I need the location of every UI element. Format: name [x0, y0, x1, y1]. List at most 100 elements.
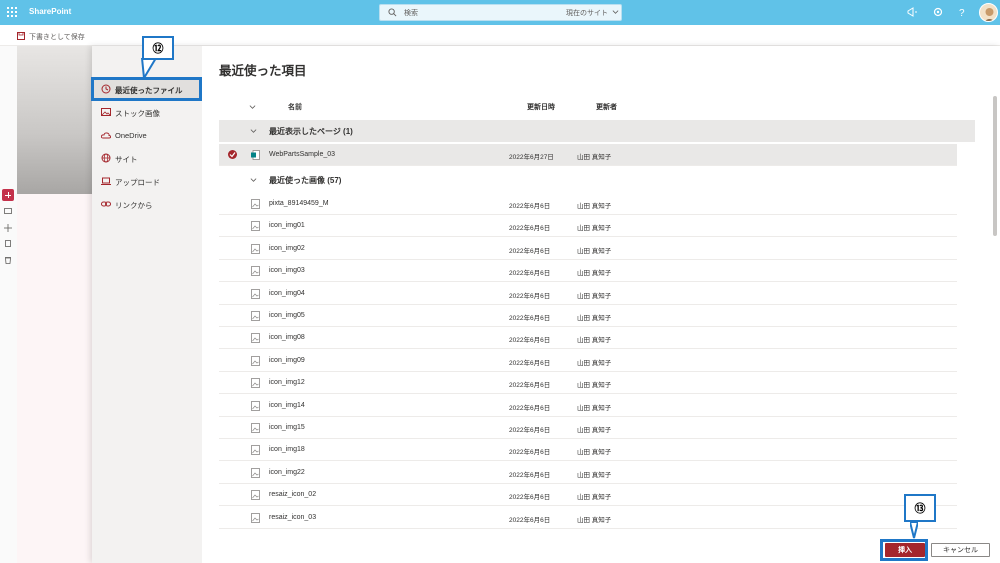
- file-row[interactable]: icon_img22 2022年6月6日 山田 真知子: [219, 462, 957, 484]
- group-header-recent-pages[interactable]: 最近表示したページ (1): [219, 120, 975, 142]
- file-date: 2022年6月6日: [509, 359, 551, 367]
- chevron-down-icon[interactable]: [249, 103, 256, 110]
- file-user: 山田 真知子: [577, 359, 612, 367]
- scrollbar[interactable]: [992, 86, 998, 556]
- image-file-icon: [251, 512, 260, 523]
- insert-button[interactable]: 挿入: [885, 543, 925, 557]
- file-user: 山田 真知子: [577, 337, 612, 345]
- file-user: 山田 真知子: [577, 449, 612, 457]
- file-user: 山田 真知子: [577, 427, 612, 434]
- file-name: icon_img18: [269, 446, 305, 454]
- file-date: 2022年6月6日: [509, 494, 551, 502]
- highlight-recent-files: [91, 77, 202, 101]
- chevron-down-icon[interactable]: [250, 176, 257, 183]
- laptop-icon: [101, 177, 111, 185]
- save-draft-button[interactable]: 下書きとして保存: [29, 32, 85, 42]
- gear-icon[interactable]: [932, 6, 944, 18]
- file-row[interactable]: icon_img12 2022年6月6日 山田 真知子: [219, 372, 957, 395]
- help-icon[interactable]: ?: [956, 6, 968, 18]
- file-row[interactable]: resaiz_icon_03 2022年6月6日 山田 真知子: [219, 507, 957, 529]
- file-name: WebPartsSample_03: [269, 151, 336, 158]
- file-picker-dialog: 最近使ったファイル ストック画像 OneDrive サイト アップロード リンク…: [92, 46, 1000, 563]
- search-scope[interactable]: 現在のサイト: [566, 8, 608, 18]
- file-name: resaiz_icon_02: [269, 491, 317, 499]
- avatar[interactable]: [979, 3, 998, 22]
- file-name: icon_img01: [269, 222, 305, 230]
- file-date: 2022年6月6日: [509, 404, 551, 412]
- file-date: 2022年6月27日: [509, 154, 554, 161]
- file-date: 2022年6月6日: [509, 516, 551, 524]
- file-row[interactable]: icon_img08 2022年6月6日 山田 真知子: [219, 327, 957, 350]
- image-file-icon: [251, 445, 260, 456]
- image-file-icon: [251, 400, 260, 411]
- file-name: icon_img03: [269, 267, 305, 275]
- move-icon[interactable]: [4, 224, 12, 232]
- trash-icon[interactable]: [4, 256, 12, 264]
- nav-item-upload[interactable]: アップロード: [92, 171, 202, 191]
- group-header-recent-images[interactable]: 最近使った画像 (57): [219, 169, 975, 191]
- file-user: 山田 真知子: [577, 494, 612, 502]
- nav-item-label: ストック画像: [115, 109, 160, 118]
- image-file-icon: [251, 355, 260, 366]
- file-row[interactable]: pixta_89149459_M 2022年6月6日 山田 真知子: [219, 193, 957, 215]
- file-row[interactable]: icon_img14 2022年6月6日 山田 真知子: [219, 395, 957, 417]
- column-header-modified-by[interactable]: 更新者: [596, 102, 617, 112]
- nav-item-stock-images[interactable]: ストック画像: [92, 102, 202, 122]
- panel-title: 最近使った項目: [219, 64, 307, 78]
- callout-pointer: [910, 522, 918, 539]
- image-file-icon: [251, 311, 260, 321]
- file-row[interactable]: WebPartsSample_03 2022年6月27日 山田 真知子: [219, 144, 957, 166]
- file-user: 山田 真知子: [577, 404, 612, 412]
- sitepage-icon: [251, 150, 260, 160]
- image-file-icon: [251, 221, 260, 232]
- cancel-button[interactable]: キャンセル: [931, 543, 990, 557]
- file-name: icon_img12: [269, 379, 305, 387]
- app-launcher-icon[interactable]: [7, 7, 17, 17]
- megaphone-icon[interactable]: [906, 6, 918, 18]
- file-row[interactable]: icon_img02 2022年6月6日 山田 真知子: [219, 238, 957, 260]
- checkmark-icon[interactable]: [228, 150, 237, 159]
- image-file-icon: [251, 467, 260, 478]
- duplicate-icon[interactable]: [4, 240, 12, 248]
- file-row[interactable]: icon_img05 2022年6月6日 山田 真知子: [219, 305, 957, 327]
- image-file-icon: [251, 490, 260, 501]
- file-row[interactable]: resaiz_icon_02 2022年6月6日 山田 真知子: [219, 484, 957, 507]
- add-section-button[interactable]: [2, 189, 14, 201]
- step-13-callout: ⑬: [904, 494, 936, 522]
- file-user: 山田 真知子: [577, 154, 612, 161]
- nav-item-from-link[interactable]: リンクから: [92, 194, 202, 214]
- group-label: 最近使った画像 (57): [269, 176, 342, 185]
- file-date: 2022年6月6日: [509, 203, 551, 210]
- file-row[interactable]: icon_img04 2022年6月6日 山田 真知子: [219, 283, 957, 305]
- file-name: icon_img08: [269, 334, 305, 342]
- image-file-icon: [251, 378, 260, 389]
- save-icon: [17, 32, 25, 40]
- nav-item-label: サイト: [115, 155, 138, 164]
- file-row[interactable]: icon_img01 2022年6月6日 山田 真知子: [219, 215, 957, 238]
- search-icon: [388, 8, 397, 17]
- file-name: icon_img09: [269, 356, 305, 364]
- file-date: 2022年6月6日: [509, 471, 551, 479]
- file-date: 2022年6月6日: [509, 270, 551, 278]
- step-12-callout: ⑫: [142, 36, 174, 60]
- nav-item-onedrive[interactable]: OneDrive: [92, 125, 202, 145]
- file-row[interactable]: icon_img18 2022年6月6日 山田 真知子: [219, 439, 957, 462]
- edit-section-icon[interactable]: [4, 208, 12, 216]
- nav-item-sites[interactable]: サイト: [92, 148, 202, 168]
- file-date: 2022年6月6日: [509, 427, 551, 434]
- file-date: 2022年6月6日: [509, 292, 551, 300]
- file-row[interactable]: icon_img15 2022年6月6日 山田 真知子: [219, 417, 957, 439]
- column-header-name[interactable]: 名前: [288, 102, 302, 112]
- scroll-thumb[interactable]: [993, 96, 997, 236]
- chevron-down-icon[interactable]: [250, 127, 257, 134]
- file-row[interactable]: icon_img09 2022年6月6日 山田 真知子: [219, 350, 957, 372]
- chevron-down-icon[interactable]: [612, 8, 619, 15]
- file-user: 山田 真知子: [577, 203, 612, 210]
- image-file-icon: [251, 288, 260, 299]
- file-row[interactable]: icon_img03 2022年6月6日 山田 真知子: [219, 260, 957, 283]
- search-box[interactable]: 検索 現在のサイト: [379, 4, 622, 21]
- column-header-modified[interactable]: 更新日時: [527, 102, 555, 112]
- file-user: 山田 真知子: [577, 516, 612, 524]
- image-file-icon: [251, 199, 260, 209]
- app-title[interactable]: SharePoint: [29, 7, 71, 16]
